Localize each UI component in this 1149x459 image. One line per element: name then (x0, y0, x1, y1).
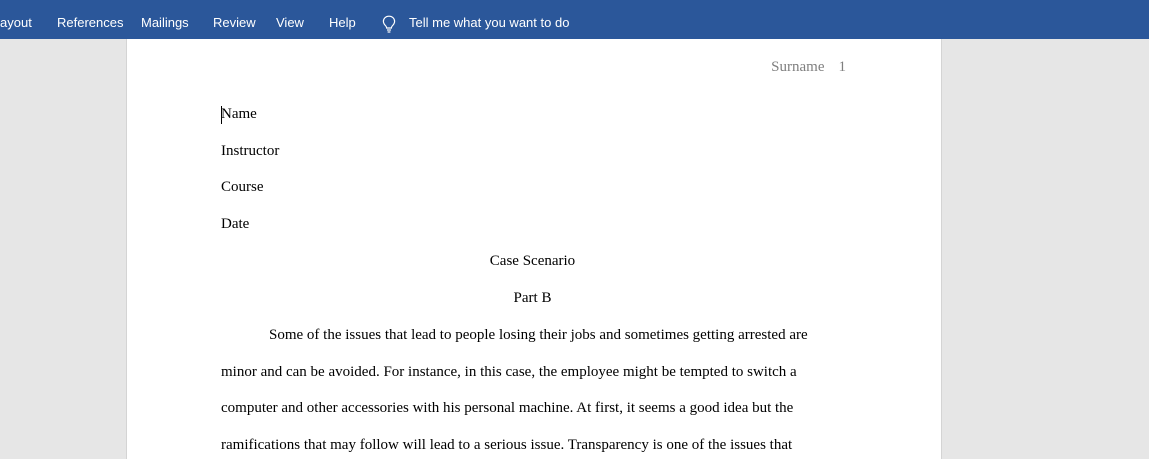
ribbon-tab-bar: ayout References Mailings Review View He… (0, 0, 1149, 39)
tab-mailings[interactable]: Mailings (141, 0, 189, 39)
document-title[interactable]: Case Scenario (221, 253, 844, 270)
body-line[interactable]: minor and can be avoided. For instance, … (221, 364, 797, 381)
lightbulb-icon (382, 15, 396, 33)
page-header: Surname 1 (771, 59, 846, 76)
tell-me-search[interactable]: Tell me what you want to do (381, 0, 581, 39)
tab-help[interactable]: Help (329, 0, 356, 39)
tab-view[interactable]: View (276, 0, 304, 39)
tab-layout[interactable]: ayout (0, 0, 32, 39)
body-line[interactable]: ramifications that may follow will lead … (221, 437, 792, 454)
body-line[interactable]: Some of the issues that lead to people l… (221, 327, 808, 344)
document-subtitle[interactable]: Part B (221, 290, 844, 307)
heading-instructor[interactable]: Instructor (221, 143, 279, 160)
tab-review[interactable]: Review (213, 0, 256, 39)
heading-name[interactable]: Name (221, 106, 257, 123)
header-surname: Surname (771, 59, 825, 75)
document-page[interactable]: Surname 1 Name Instructor Course Date Cas… (126, 39, 942, 459)
body-line[interactable]: computer and other accessories with his … (221, 400, 793, 417)
document-canvas[interactable]: Surname 1 Name Instructor Course Date Cas… (0, 39, 1149, 459)
header-page-number: 1 (838, 59, 847, 75)
heading-course[interactable]: Course (221, 179, 264, 196)
tab-references[interactable]: References (57, 0, 123, 39)
heading-date[interactable]: Date (221, 216, 249, 233)
